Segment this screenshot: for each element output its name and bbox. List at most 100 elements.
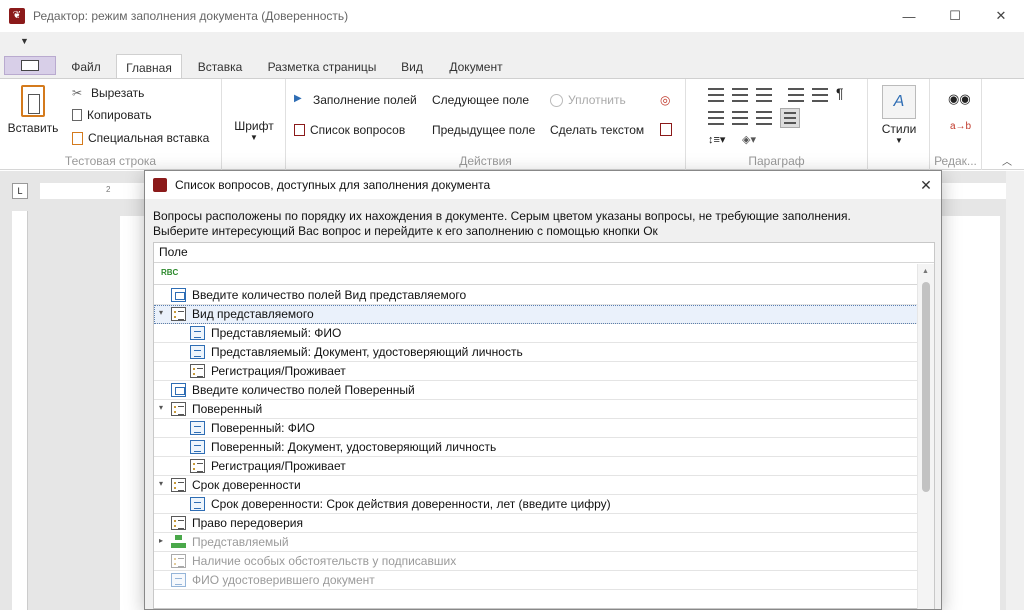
prev-field-button[interactable]: Предыдущее поле xyxy=(432,123,535,137)
tab-view[interactable]: Вид xyxy=(392,54,432,78)
fill-fields-button[interactable]: ▶ Заполнение полей xyxy=(294,93,417,107)
styles-icon[interactable]: A xyxy=(882,85,916,119)
filter-row[interactable]: RBC xyxy=(154,263,934,285)
collapse-icon[interactable]: ▾ xyxy=(156,403,166,412)
scroll-thumb[interactable] xyxy=(922,282,930,492)
tab-home[interactable]: Главная xyxy=(116,54,182,79)
list-icon xyxy=(171,516,186,530)
vertical-ruler xyxy=(12,211,28,610)
tab-insert[interactable]: Вставка xyxy=(188,54,252,78)
styles-group: A Стили ▼ xyxy=(868,79,930,170)
dialog-description-line-2: Выберите интересующий Вас вопрос и перей… xyxy=(153,224,658,238)
bullets-icon[interactable] xyxy=(708,88,724,102)
editing-group-label: Редак... xyxy=(934,154,977,168)
tree-row[interactable]: Срок доверенности: Срок действия доверен… xyxy=(154,495,918,514)
dialog-close-button[interactable]: ✕ xyxy=(911,171,941,199)
tree-row[interactable]: ▾ Срок доверенности xyxy=(154,476,918,495)
compact-button[interactable]: Уплотнить xyxy=(550,93,626,107)
list-icon xyxy=(190,364,205,378)
tree-row[interactable]: ФИО удостоверившего документ xyxy=(154,571,918,590)
field-icon xyxy=(190,497,205,511)
tree-row[interactable]: Регистрация/Проживает xyxy=(154,362,918,381)
play-icon: ▶ xyxy=(294,93,302,104)
dialog-title: Список вопросов, доступных для заполнени… xyxy=(175,178,491,192)
collapse-ribbon-icon[interactable]: ︿ xyxy=(1002,153,1012,168)
collapse-icon[interactable]: ▾ xyxy=(156,308,166,317)
tree-row[interactable]: ▸ Представляемый xyxy=(154,533,918,552)
tree-row[interactable]: Право передоверия xyxy=(154,514,918,533)
compact-label: Уплотнить xyxy=(568,93,626,107)
tree-row[interactable]: ▾ Вид представляемого xyxy=(154,305,918,324)
copy-button[interactable]: Копировать xyxy=(72,108,152,122)
tree-row[interactable]: ▾ Поверенный xyxy=(154,400,918,419)
dialog-description-line-1: Вопросы расположены по порядку их нахожд… xyxy=(153,209,851,223)
pilcrow-icon[interactable]: ¶ xyxy=(836,85,844,101)
tab-stop-selector[interactable]: L xyxy=(12,183,28,199)
tree-row[interactable]: Поверенный: ФИО xyxy=(154,419,918,438)
align-center-icon[interactable] xyxy=(732,111,748,125)
justify-icon[interactable] xyxy=(780,108,800,128)
tree-row[interactable]: Регистрация/Проживает xyxy=(154,457,918,476)
line-spacing-icon[interactable]: ↕≡▾ xyxy=(708,133,725,146)
group-icon xyxy=(171,535,186,549)
copy-label: Копировать xyxy=(87,108,152,122)
multilevel-list-icon[interactable] xyxy=(756,88,772,102)
app-menu-button[interactable] xyxy=(4,56,56,75)
paste-button[interactable]: Вставить xyxy=(6,85,60,135)
tree-row[interactable]: Введите количество полей Вид представляе… xyxy=(154,286,918,305)
align-left-icon[interactable] xyxy=(708,111,724,125)
document-scrollbar[interactable] xyxy=(1006,171,1024,610)
save-field-button[interactable] xyxy=(660,123,677,136)
text-filter-icon[interactable]: RBC xyxy=(161,268,178,277)
replace-icon[interactable]: a→b xyxy=(950,121,971,132)
questions-list-button[interactable]: Список вопросов xyxy=(294,123,405,137)
window-controls: — ☐ ✕ xyxy=(886,0,1024,32)
tree-row[interactable]: Наличие особых обстоятельств у подписавш… xyxy=(154,552,918,571)
tree-row[interactable]: Поверенный: Документ, удостоверяющий лич… xyxy=(154,438,918,457)
tab-page-layout[interactable]: Разметка страницы xyxy=(258,54,386,78)
paste-icon xyxy=(21,85,45,117)
tab-file[interactable]: Файл xyxy=(62,54,110,78)
count-icon xyxy=(171,288,186,302)
scroll-up-icon[interactable]: ▲ xyxy=(922,268,929,275)
minimize-button[interactable]: — xyxy=(886,0,932,32)
close-button[interactable]: ✕ xyxy=(978,0,1024,32)
questions-dialog: Список вопросов, доступных для заполнени… xyxy=(144,170,942,610)
increase-indent-icon[interactable] xyxy=(812,88,828,102)
broadcast-button[interactable]: ◎ xyxy=(660,93,670,107)
decrease-indent-icon[interactable] xyxy=(788,88,804,102)
grid-scrollbar[interactable]: ▲ xyxy=(917,264,934,609)
align-right-icon[interactable] xyxy=(756,111,772,125)
paste-special-button[interactable]: Специальная вставка xyxy=(72,131,209,145)
font-button[interactable]: Шрифт ▼ xyxy=(230,119,278,142)
numbering-icon[interactable] xyxy=(732,88,748,102)
list-icon xyxy=(171,478,186,492)
find-icon[interactable]: ◉◉ xyxy=(948,91,971,107)
tree-row-label: Поверенный xyxy=(192,402,263,416)
expand-icon[interactable]: ▸ xyxy=(156,536,166,545)
paste-label: Вставить xyxy=(7,121,59,135)
cut-button[interactable]: ✂ Вырезать xyxy=(72,86,144,100)
next-field-button[interactable]: Следующее поле xyxy=(432,93,529,107)
styles-dropdown-icon: ▼ xyxy=(895,136,903,145)
field-icon xyxy=(190,421,205,435)
prev-field-label: Предыдущее поле xyxy=(432,123,536,137)
tree-row-label: Введите количество полей Вид представляе… xyxy=(192,288,467,302)
field-icon xyxy=(190,345,205,359)
maximize-button[interactable]: ☐ xyxy=(932,0,978,32)
dialog-title-bar: Список вопросов, доступных для заполнени… xyxy=(145,171,941,199)
tree-row[interactable]: Представляемый: ФИО xyxy=(154,324,918,343)
tree-row[interactable]: Представляемый: Документ, удостоверяющий… xyxy=(154,343,918,362)
column-header-field[interactable]: Поле xyxy=(154,243,934,263)
quick-access-dropdown-icon[interactable]: ▼ xyxy=(20,36,29,46)
field-icon xyxy=(171,573,186,587)
shading-icon[interactable]: ◈▾ xyxy=(742,133,756,146)
tab-document[interactable]: Документ xyxy=(438,54,514,78)
tree-row-label: Срок доверенности: Срок действия доверен… xyxy=(211,497,611,511)
collapse-icon[interactable]: ▾ xyxy=(156,479,166,488)
tree-row-label: ФИО удостоверившего документ xyxy=(192,573,375,587)
tree-row[interactable]: Введите количество полей Поверенный xyxy=(154,381,918,400)
styles-button[interactable]: Стили ▼ xyxy=(874,122,924,145)
make-text-button[interactable]: Сделать текстом xyxy=(550,123,644,137)
tree-row-label: Вид представляемого xyxy=(192,307,314,321)
